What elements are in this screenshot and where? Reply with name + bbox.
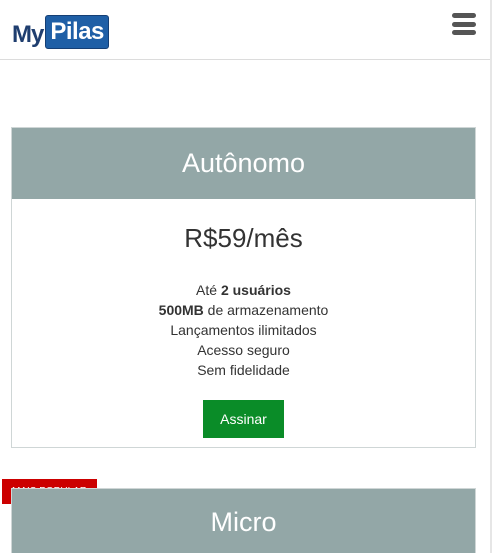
menu-bar (452, 13, 476, 18)
menu-bar (452, 30, 476, 35)
feature-item: Sem fidelidade (197, 362, 290, 378)
mypilas-logo[interactable]: My Pilas (12, 14, 109, 50)
logo-my-text: My (12, 21, 44, 48)
feature-item: 500MB de armazenamento (12, 300, 475, 320)
plan-name: Micro (210, 506, 277, 537)
feature-item: Até 2 usuários (12, 280, 475, 300)
feature-highlight: 500MB (158, 302, 204, 318)
plan-features-list: Até 2 usuários 500MB de armazenamento La… (12, 280, 475, 380)
plan-card-micro: Micro (11, 488, 476, 553)
feature-item: Acesso seguro (197, 342, 290, 358)
plan-price: R$59/mês (184, 223, 303, 253)
plan-name: Autônomo (181, 148, 306, 178)
feature-text: Até (196, 282, 221, 298)
top-header: My Pilas (0, 0, 490, 60)
subscribe-button[interactable]: Assinar (203, 400, 284, 438)
menu-bar (452, 21, 476, 27)
feature-text: de armazenamento (203, 302, 329, 318)
plan-card-autonomo: Autônomo R$59/mês Até 2 usuários 500MB d… (11, 127, 476, 448)
logo-pilas-text: Pilas (45, 15, 109, 49)
feature-item: Lançamentos ilimitados (170, 322, 317, 338)
plan-card-header: Autônomo (12, 128, 475, 199)
hamburger-menu-icon[interactable] (452, 12, 476, 36)
plan-card-header: Micro (12, 489, 475, 553)
feature-highlight: 2 usuários (220, 282, 291, 298)
